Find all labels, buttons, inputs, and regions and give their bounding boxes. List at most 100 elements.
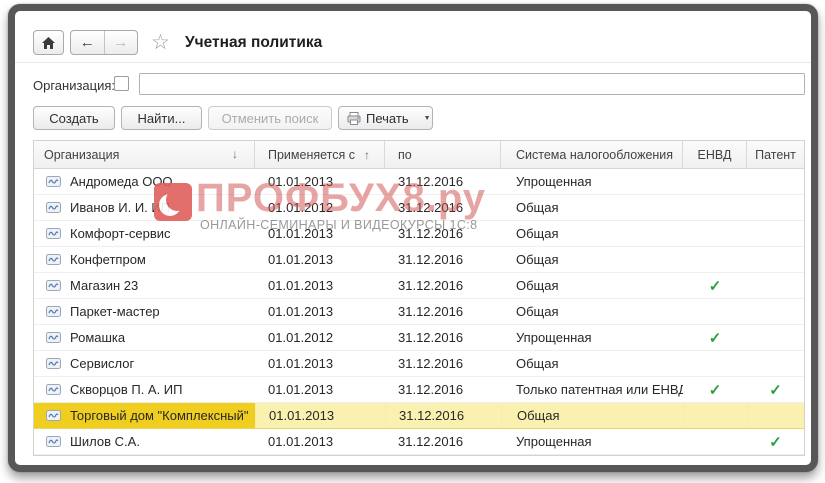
column-header-patent[interactable]: Патент bbox=[747, 141, 804, 168]
envd-cell[interactable] bbox=[683, 429, 747, 454]
table-row[interactable]: Конфетпром01.01.201331.12.2016Общая bbox=[34, 247, 804, 273]
sort-descending-icon: ↓ bbox=[232, 147, 238, 161]
table-row[interactable]: Ромашка01.01.201231.12.2016Упрощенная✓ bbox=[34, 325, 804, 351]
tax-system-cell[interactable]: Общая bbox=[501, 351, 683, 376]
applies-from-cell[interactable]: 01.01.2013 bbox=[255, 429, 385, 454]
table-row[interactable]: Торговый дом "Комплексный"01.01.201331.1… bbox=[34, 403, 804, 429]
organization-cell[interactable]: Паркет-мастер bbox=[34, 299, 255, 324]
home-button[interactable] bbox=[33, 30, 64, 55]
applies-to-cell[interactable]: 31.12.2016 bbox=[385, 247, 501, 272]
table-row[interactable]: Андромеда ООО01.01.201331.12.2016Упрощен… bbox=[34, 169, 804, 195]
applies-to-cell[interactable]: 31.12.2016 bbox=[385, 195, 501, 220]
table-row[interactable]: Иванов И. И. ИП01.01.201231.12.2016Общая bbox=[34, 195, 804, 221]
table-row[interactable]: Шилов С.А.01.01.201331.12.2016Упрощенная… bbox=[34, 429, 804, 455]
organization-cell[interactable]: Шилов С.А. bbox=[34, 429, 255, 454]
tax-system-cell[interactable]: Общая bbox=[501, 403, 683, 428]
column-header-organization[interactable]: Организация ↓ bbox=[34, 141, 255, 168]
envd-cell[interactable] bbox=[683, 403, 747, 428]
applies-from-cell[interactable]: 01.01.2013 bbox=[255, 351, 385, 376]
table-row[interactable]: Сервислог01.01.201331.12.2016Общая bbox=[34, 351, 804, 377]
column-header-applies-to[interactable]: по bbox=[385, 141, 501, 168]
tax-system-cell[interactable]: Общая bbox=[501, 299, 683, 324]
tax-system-cell[interactable]: Упрощенная bbox=[501, 169, 683, 194]
app-window: ← → ☆ Учетная политика Организация: Созд… bbox=[8, 4, 818, 472]
table-row[interactable]: Скворцов П. А. ИП01.01.201331.12.2016Тол… bbox=[34, 377, 804, 403]
patent-cell[interactable] bbox=[747, 195, 804, 220]
forward-button[interactable]: → bbox=[105, 31, 138, 54]
organization-cell[interactable]: Магазин 23 bbox=[34, 273, 255, 298]
table-row[interactable]: Магазин 2301.01.201331.12.2016Общая✓ bbox=[34, 273, 804, 299]
applies-from-cell[interactable]: 01.01.2013 bbox=[255, 221, 385, 246]
applies-from-cell[interactable]: 01.01.2013 bbox=[255, 377, 385, 402]
applies-to-cell[interactable]: 31.12.2016 bbox=[385, 403, 501, 428]
printer-icon bbox=[347, 112, 361, 125]
applies-from-cell[interactable]: 01.01.2013 bbox=[255, 299, 385, 324]
patent-cell[interactable] bbox=[747, 169, 804, 194]
applies-from-cell[interactable]: 01.01.2012 bbox=[255, 325, 385, 350]
patent-cell[interactable] bbox=[747, 325, 804, 350]
tax-system-cell[interactable]: Только патентная или ЕНВД bbox=[501, 377, 683, 402]
patent-cell[interactable] bbox=[747, 299, 804, 324]
envd-cell[interactable] bbox=[683, 169, 747, 194]
organization-cell[interactable]: Иванов И. И. ИП bbox=[34, 195, 255, 220]
tax-system-cell[interactable]: Общая bbox=[501, 195, 683, 220]
envd-cell[interactable] bbox=[683, 195, 747, 220]
applies-from-cell[interactable]: 01.01.2012 bbox=[255, 195, 385, 220]
envd-cell[interactable] bbox=[683, 299, 747, 324]
applies-to-cell[interactable]: 31.12.2016 bbox=[385, 325, 501, 350]
organization-cell[interactable]: Сервислог bbox=[34, 351, 255, 376]
tax-system-cell[interactable]: Общая bbox=[501, 273, 683, 298]
applies-from-cell[interactable]: 01.01.2013 bbox=[255, 403, 385, 428]
column-header-envd[interactable]: ЕНВД bbox=[683, 141, 747, 168]
find-button[interactable]: Найти... bbox=[121, 106, 202, 130]
table-row[interactable]: Паркет-мастер01.01.201331.12.2016Общая bbox=[34, 299, 804, 325]
print-dropdown-arrow-icon[interactable]: ▼ bbox=[417, 115, 438, 122]
organization-cell[interactable]: Скворцов П. А. ИП bbox=[34, 377, 255, 402]
applies-from-cell[interactable]: 01.01.2013 bbox=[255, 247, 385, 272]
envd-cell[interactable]: ✓ bbox=[683, 273, 747, 298]
applies-to-cell[interactable]: 31.12.2016 bbox=[385, 377, 501, 402]
applies-from-cell[interactable]: 01.01.2013 bbox=[255, 273, 385, 298]
envd-cell[interactable]: ✓ bbox=[683, 325, 747, 350]
envd-cell[interactable]: ✓ bbox=[683, 377, 747, 402]
column-header-applies-from[interactable]: Применяется с ↑ bbox=[255, 141, 385, 168]
tax-system-cell[interactable]: Упрощенная bbox=[501, 429, 683, 454]
applies-from-cell[interactable]: 01.01.2013 bbox=[255, 169, 385, 194]
accounting-policy-table: Организация ↓ Применяется с ↑ по Система… bbox=[33, 140, 805, 456]
organization-cell[interactable]: Андромеда ООО bbox=[34, 169, 255, 194]
organization-cell[interactable]: Торговый дом "Комплексный" bbox=[34, 403, 255, 428]
applies-to-cell[interactable]: 31.12.2016 bbox=[385, 221, 501, 246]
envd-cell[interactable] bbox=[683, 247, 747, 272]
table-row[interactable]: Комфорт-сервис01.01.201331.12.2016Общая bbox=[34, 221, 804, 247]
organization-filter-input[interactable] bbox=[139, 73, 805, 95]
tax-system-cell[interactable]: Общая bbox=[501, 221, 683, 246]
patent-cell[interactable] bbox=[747, 351, 804, 376]
patent-cell[interactable]: ✓ bbox=[747, 429, 804, 454]
favorite-star-icon[interactable]: ☆ bbox=[151, 33, 170, 53]
organization-filter-checkbox[interactable] bbox=[114, 76, 129, 91]
organization-cell[interactable]: Комфорт-сервис bbox=[34, 221, 255, 246]
patent-cell[interactable]: ✓ bbox=[747, 377, 804, 402]
column-header-tax-system[interactable]: Система налогообложения bbox=[501, 141, 683, 168]
organization-cell[interactable]: Конфетпром bbox=[34, 247, 255, 272]
envd-cell[interactable] bbox=[683, 221, 747, 246]
patent-cell[interactable] bbox=[747, 273, 804, 298]
applies-to-cell[interactable]: 31.12.2016 bbox=[385, 169, 501, 194]
back-button[interactable]: ← bbox=[71, 31, 105, 54]
patent-cell[interactable] bbox=[747, 221, 804, 246]
applies-to-cell[interactable]: 31.12.2016 bbox=[385, 273, 501, 298]
applies-to-cell[interactable]: 31.12.2016 bbox=[385, 351, 501, 376]
policy-record-icon bbox=[46, 202, 61, 213]
forward-arrow-icon: → bbox=[113, 34, 128, 51]
envd-cell[interactable] bbox=[683, 351, 747, 376]
patent-cell[interactable] bbox=[747, 403, 804, 428]
applies-to-cell[interactable]: 31.12.2016 bbox=[385, 299, 501, 324]
cancel-search-button[interactable]: Отменить поиск bbox=[208, 106, 332, 130]
tax-system-cell[interactable]: Общая bbox=[501, 247, 683, 272]
patent-cell[interactable] bbox=[747, 247, 804, 272]
tax-system-cell[interactable]: Упрощенная bbox=[501, 325, 683, 350]
print-button[interactable]: Печать ▼ bbox=[338, 106, 433, 130]
organization-cell[interactable]: Ромашка bbox=[34, 325, 255, 350]
applies-to-cell[interactable]: 31.12.2016 bbox=[385, 429, 501, 454]
create-button[interactable]: Создать bbox=[33, 106, 115, 130]
